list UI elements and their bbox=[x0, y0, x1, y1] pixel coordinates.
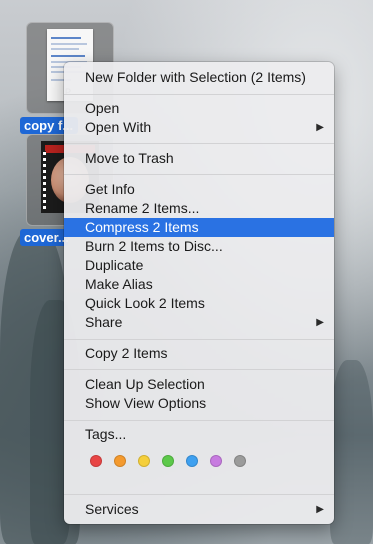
tag-purple-dot[interactable] bbox=[210, 455, 222, 467]
menu-item-open[interactable]: Open bbox=[64, 99, 334, 118]
submenu-arrow-icon: ▶ bbox=[316, 122, 324, 133]
menu-item-copy[interactable]: Copy 2 Items bbox=[64, 344, 334, 363]
menu-item-tags[interactable]: Tags... bbox=[64, 425, 334, 444]
menu-item-burn-to-disc[interactable]: Burn 2 Items to Disc... bbox=[64, 237, 334, 256]
context-menu: New Folder with Selection (2 Items) Open… bbox=[64, 62, 334, 524]
tag-yellow-dot[interactable] bbox=[138, 455, 150, 467]
menu-item-compress[interactable]: Compress 2 Items bbox=[64, 218, 334, 237]
menu-item-move-to-trash[interactable]: Move to Trash bbox=[64, 149, 334, 168]
submenu-arrow-icon: ▶ bbox=[316, 317, 324, 328]
menu-item-services[interactable]: Services ▶ bbox=[64, 500, 334, 519]
menu-item-clean-up-selection[interactable]: Clean Up Selection bbox=[64, 375, 334, 394]
menu-separator bbox=[64, 339, 334, 340]
menu-item-new-folder-with-selection[interactable]: New Folder with Selection (2 Items) bbox=[64, 68, 334, 87]
menu-item-open-with[interactable]: Open With ▶ bbox=[64, 118, 334, 137]
tag-green-dot[interactable] bbox=[162, 455, 174, 467]
menu-item-rename[interactable]: Rename 2 Items... bbox=[64, 199, 334, 218]
menu-item-duplicate[interactable]: Duplicate bbox=[64, 256, 334, 275]
tag-blue-dot[interactable] bbox=[186, 455, 198, 467]
tag-red-dot[interactable] bbox=[90, 455, 102, 467]
menu-separator bbox=[64, 174, 334, 175]
menu-item-share[interactable]: Share ▶ bbox=[64, 313, 334, 332]
tag-gray-dot[interactable] bbox=[234, 455, 246, 467]
menu-separator bbox=[64, 494, 334, 495]
menu-item-make-alias[interactable]: Make Alias bbox=[64, 275, 334, 294]
menu-separator bbox=[64, 420, 334, 421]
menu-item-quick-look[interactable]: Quick Look 2 Items bbox=[64, 294, 334, 313]
menu-separator bbox=[64, 369, 334, 370]
menu-separator bbox=[64, 143, 334, 144]
file-name-label[interactable]: cover... bbox=[20, 229, 68, 246]
tag-orange-dot[interactable] bbox=[114, 455, 126, 467]
background-tree bbox=[330, 360, 373, 544]
menu-item-get-info[interactable]: Get Info bbox=[64, 180, 334, 199]
menu-separator bbox=[64, 94, 334, 95]
menu-item-show-view-options[interactable]: Show View Options bbox=[64, 394, 334, 413]
submenu-arrow-icon: ▶ bbox=[316, 504, 324, 515]
